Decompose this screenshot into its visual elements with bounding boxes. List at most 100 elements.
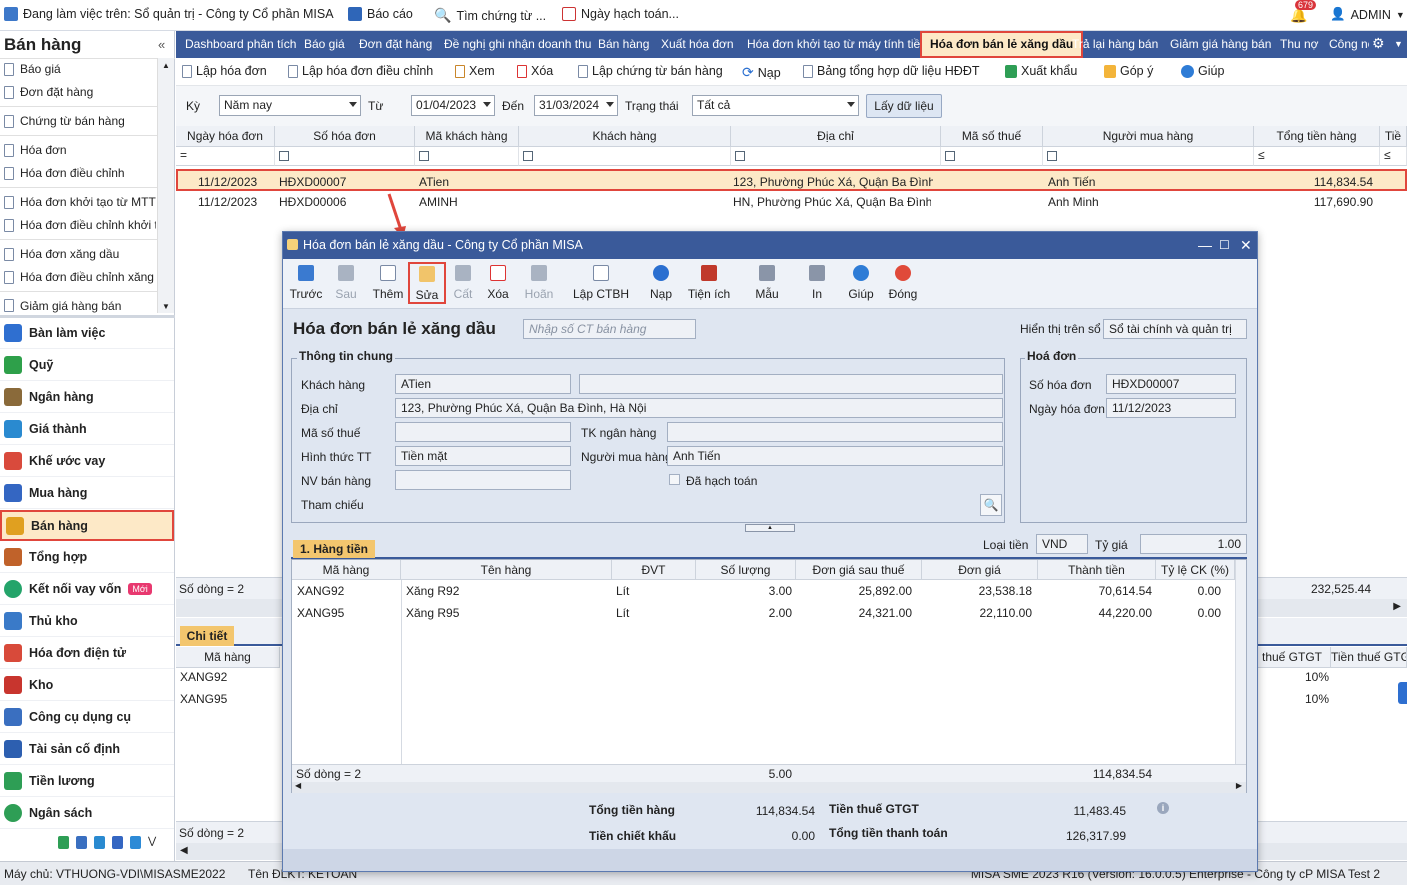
- tab-collection[interactable]: Thu nợ: [1272, 31, 1327, 58]
- status-select[interactable]: Tất cả: [692, 95, 859, 116]
- export-button[interactable]: Xuất khẩu: [1005, 64, 1077, 78]
- print-button[interactable]: In: [795, 263, 839, 301]
- detail-col-code[interactable]: Mã hàng: [176, 647, 280, 668]
- user-menu[interactable]: 👤 ADMIN ▼: [1330, 7, 1405, 22]
- filter-cell[interactable]: =: [176, 147, 275, 166]
- excel-icon[interactable]: [58, 836, 69, 849]
- line-col-qty[interactable]: Số lượng: [696, 560, 796, 580]
- filter-cell[interactable]: [1043, 147, 1254, 166]
- workspace-selector[interactable]: Đang làm việc trên: Sổ quản trị - Công t…: [4, 7, 334, 21]
- filter-cell[interactable]: [731, 147, 941, 166]
- notification-button[interactable]: 🔔 679: [1290, 0, 1317, 24]
- doc-icon[interactable]: [76, 836, 87, 849]
- customer-name-field[interactable]: [579, 374, 1003, 394]
- tab-order[interactable]: Đơn đặt hàng: [351, 31, 440, 58]
- col-tax-amount[interactable]: Tiề: [1380, 126, 1407, 147]
- module-purchase[interactable]: Mua hàng: [0, 478, 174, 509]
- sidebar-item-mtt-adjust[interactable]: Hóa đơn điều chỉnh khởi tạo...: [4, 218, 156, 232]
- more-icon[interactable]: ⋁: [148, 836, 156, 849]
- col-customer-code[interactable]: Mã khách hàng: [415, 126, 519, 147]
- address-field[interactable]: 123, Phường Phúc Xá, Quận Ba Đình, Hà Nộ…: [395, 398, 1003, 418]
- col-customer[interactable]: Khách hàng: [519, 126, 731, 147]
- from-date-input[interactable]: 01/04/2023: [411, 95, 495, 116]
- filter-cell[interactable]: ≤: [1254, 147, 1380, 166]
- side-expand-handle[interactable]: [1398, 682, 1407, 704]
- collapse-handle[interactable]: ▲: [745, 524, 795, 532]
- create-sales-voucher-button[interactable]: Lập chứng từ bán hàng: [578, 64, 723, 78]
- module-einvoice[interactable]: Hóa đơn điện tử: [0, 638, 174, 669]
- module-budget[interactable]: Ngân sách: [0, 798, 174, 829]
- zoom-icon[interactable]: 🔍: [980, 494, 1002, 516]
- help-button[interactable]: Giúp: [839, 263, 883, 301]
- check-icon[interactable]: [130, 836, 141, 849]
- line-col-code[interactable]: Mã hàng: [292, 560, 401, 580]
- tab-goods[interactable]: 1. Hàng tiền: [293, 540, 375, 558]
- tab-quote[interactable]: Báo giá: [296, 31, 353, 58]
- close-button[interactable]: Đóng: [881, 263, 925, 301]
- module-loan[interactable]: Khế ước vay: [0, 446, 174, 477]
- module-tools[interactable]: Công cụ dụng cụ: [0, 702, 174, 733]
- tab-issue-invoice[interactable]: Xuất hóa đơn: [653, 31, 742, 58]
- period-select[interactable]: Năm nay: [219, 95, 361, 116]
- module-payroll[interactable]: Tiền lương: [0, 766, 174, 797]
- book-select[interactable]: Sổ tài chính và quản trị: [1103, 319, 1247, 339]
- line-col-amount[interactable]: Thành tiền: [1038, 560, 1156, 580]
- sidebar-item-mtt-invoice[interactable]: Hóa đơn khởi tạo từ MTT: [4, 195, 170, 209]
- tax-code-field[interactable]: [395, 422, 571, 442]
- line-col-price-tax[interactable]: Đơn giá sau thuế: [796, 560, 922, 580]
- sales-voucher-input[interactable]: Nhập số CT bán hàng: [523, 319, 696, 339]
- salesperson-field[interactable]: [395, 470, 571, 490]
- col-tax-code[interactable]: Mã số thuế: [941, 126, 1043, 147]
- col-address[interactable]: Địa chỉ: [731, 126, 941, 147]
- module-loan-connect[interactable]: Kết nối vay vốn Mới: [0, 574, 174, 605]
- filter-cell[interactable]: [941, 147, 1043, 166]
- postpone-button[interactable]: Hoãn: [517, 263, 561, 301]
- add-button[interactable]: Thêm: [366, 263, 410, 301]
- utilities-button[interactable]: Tiện ích: [683, 263, 735, 301]
- filter-cell[interactable]: [275, 147, 415, 166]
- tab-mtt-invoice[interactable]: Hóa đơn khởi tạo từ máy tính tiền: [739, 31, 935, 58]
- module-summary[interactable]: Tổng hợp: [0, 542, 174, 573]
- prev-button[interactable]: Trước: [284, 263, 328, 301]
- exchange-rate-field[interactable]: 1.00: [1140, 534, 1247, 554]
- line-col-price[interactable]: Đơn giá: [922, 560, 1038, 580]
- module-warehouse[interactable]: Kho: [0, 670, 174, 701]
- sidebar-item-invoice[interactable]: Hóa đơn: [4, 143, 170, 157]
- search-voucher-button[interactable]: 🔍 Tìm chứng từ ...: [434, 7, 546, 24]
- line-col-name[interactable]: Tên hàng: [401, 560, 612, 580]
- bank-account-field[interactable]: [667, 422, 1003, 442]
- tab-sales[interactable]: Bán hàng: [590, 31, 657, 58]
- create-sales-voucher-button[interactable]: Lập CTBH: [571, 263, 631, 301]
- line-col-discount[interactable]: Tỷ lệ CK (%): [1156, 560, 1235, 580]
- truck-small-icon[interactable]: [112, 836, 123, 849]
- payment-method-field[interactable]: Tiền mặt: [395, 446, 571, 466]
- einvoice-summary-button[interactable]: Bảng tổng hợp dữ liệu HĐĐT: [803, 64, 979, 78]
- module-cost[interactable]: Giá thành: [0, 414, 174, 445]
- collapse-icon[interactable]: «: [158, 37, 165, 52]
- line-hscrollbar[interactable]: ◀ ▶: [292, 781, 1246, 793]
- create-invoice-button[interactable]: Lập hóa đơn: [182, 64, 267, 78]
- col-buyer[interactable]: Người mua hàng: [1043, 126, 1254, 147]
- tab-dashboard[interactable]: Dashboard phân tích: [177, 31, 304, 58]
- template-button[interactable]: Mẫu: [745, 263, 789, 301]
- tab-sales-return[interactable]: Trả lại hàng bán: [1064, 31, 1166, 58]
- invoice-no-field[interactable]: HĐXD00007: [1106, 374, 1236, 394]
- customer-code-field[interactable]: ATien: [395, 374, 571, 394]
- calc-icon[interactable]: [94, 836, 105, 849]
- feedback-button[interactable]: Góp ý: [1104, 64, 1153, 78]
- help-button[interactable]: Giúp: [1181, 64, 1224, 78]
- posting-date-button[interactable]: Ngày hạch toán...: [562, 7, 679, 21]
- detail-tab[interactable]: Chi tiết: [180, 626, 234, 646]
- tab-debt[interactable]: Công nợ: [1321, 31, 1369, 58]
- line-row[interactable]: XANG95 Xăng R95 Lít 2.00 24,321.00 22,11…: [292, 602, 1235, 624]
- invoice-date-field[interactable]: 11/12/2023: [1106, 398, 1236, 418]
- sidebar-item-quote[interactable]: Báo giá: [4, 62, 170, 76]
- sidebar-item-fuel-adjust[interactable]: Hóa đơn điều chỉnh xăng dầu: [4, 270, 156, 284]
- line-col-unit[interactable]: ĐVT: [612, 560, 696, 580]
- module-storekeeper[interactable]: Thủ kho: [0, 606, 174, 637]
- create-adjust-invoice-button[interactable]: Lập hóa đơn điều chỉnh: [288, 64, 433, 78]
- fetch-data-button[interactable]: Lấy dữ liệu: [866, 94, 942, 118]
- close-icon[interactable]: ✕: [1240, 232, 1252, 259]
- col-invoice-date[interactable]: Ngày hóa đơn: [176, 126, 275, 147]
- module-desk[interactable]: Bàn làm việc: [0, 318, 174, 349]
